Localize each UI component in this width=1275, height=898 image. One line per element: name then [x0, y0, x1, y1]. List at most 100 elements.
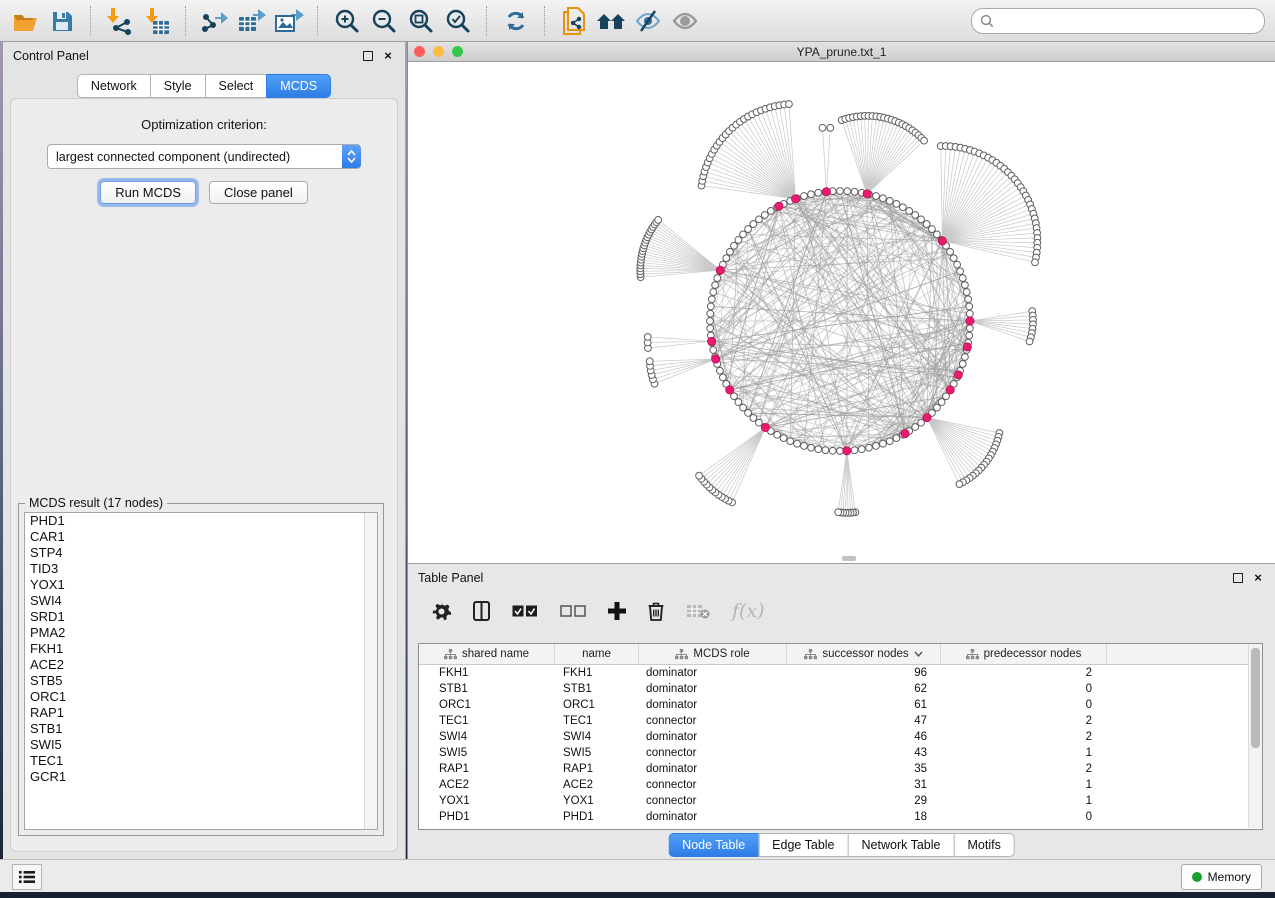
cell-mcds-role[interactable]: dominator	[637, 731, 784, 743]
task-history-button[interactable]	[12, 864, 42, 890]
cell-shared-name[interactable]: YOX1	[419, 795, 554, 807]
save-session-icon[interactable]	[47, 6, 77, 36]
mcds-result-item[interactable]: SRD1	[25, 609, 377, 625]
cell-mcds-role[interactable]: connector	[637, 747, 784, 759]
table-row[interactable]: YOX1YOX1connector291	[419, 793, 1249, 809]
mcds-hub-node[interactable]	[963, 343, 971, 351]
cell-name[interactable]: STB1	[554, 683, 637, 695]
cell-shared-name[interactable]: FKH1	[419, 667, 554, 679]
table-row[interactable]: PHD1PHD1dominator180	[419, 809, 1249, 825]
cell-shared-name[interactable]: PHD1	[419, 811, 554, 823]
mcds-hub-node[interactable]	[946, 386, 954, 394]
network-hscroll-thumb[interactable]	[842, 556, 856, 561]
cell-mcds-role[interactable]: dominator	[637, 699, 784, 711]
mcds-hub-node[interactable]	[712, 355, 720, 363]
apply-layout-icon[interactable]	[501, 6, 531, 36]
tab-mcds[interactable]: MCDS	[266, 74, 331, 98]
mcds-list-scrollbar[interactable]	[364, 513, 377, 829]
table-row[interactable]: TEC1TEC1connector472	[419, 713, 1249, 729]
table-row[interactable]: SWI5SWI5connector431	[419, 745, 1249, 761]
mcds-hub-node[interactable]	[716, 266, 724, 274]
search-input[interactable]	[999, 13, 1256, 29]
export-table-icon[interactable]	[237, 6, 267, 36]
cell-successor-nodes[interactable]: 29	[784, 795, 937, 807]
network-canvas[interactable]	[408, 62, 1275, 563]
hide-selected-icon[interactable]	[633, 6, 663, 36]
zoom-in-icon[interactable]	[332, 6, 362, 36]
cell-shared-name[interactable]: RAP1	[419, 763, 554, 775]
import-network-icon[interactable]	[105, 6, 135, 36]
cell-successor-nodes[interactable]: 43	[784, 747, 937, 759]
cell-shared-name[interactable]: SWI4	[419, 731, 554, 743]
cell-successor-nodes[interactable]: 46	[784, 731, 937, 743]
cell-successor-nodes[interactable]: 31	[784, 779, 937, 791]
cell-predecessor-nodes[interactable]: 2	[937, 731, 1102, 743]
cell-shared-name[interactable]: TEC1	[419, 715, 554, 727]
table-options-gear-icon[interactable]	[432, 602, 451, 621]
table-body[interactable]: FKH1FKH1dominator962STB1STB1dominator620…	[419, 665, 1249, 829]
network-window-titlebar[interactable]: YPA_prune.txt_1	[408, 42, 1275, 62]
mcds-result-item[interactable]: TID3	[25, 561, 377, 577]
cell-predecessor-nodes[interactable]: 2	[937, 715, 1102, 727]
cell-name[interactable]: ACE2	[554, 779, 637, 791]
cell-predecessor-nodes[interactable]: 0	[937, 683, 1102, 695]
mcds-result-item[interactable]: CAR1	[25, 529, 377, 545]
mcds-result-item[interactable]: STB5	[25, 673, 377, 689]
cell-predecessor-nodes[interactable]: 1	[937, 779, 1102, 791]
open-session-icon[interactable]	[10, 6, 40, 36]
cell-successor-nodes[interactable]: 18	[784, 811, 937, 823]
import-table-icon[interactable]	[142, 6, 172, 36]
mcds-result-item[interactable]: TEC1	[25, 753, 377, 769]
select-all-check-icon[interactable]	[512, 605, 538, 618]
zoom-out-icon[interactable]	[369, 6, 399, 36]
mcds-result-item[interactable]: STB1	[25, 721, 377, 737]
cell-mcds-role[interactable]: connector	[637, 715, 784, 727]
mcds-hub-node[interactable]	[822, 188, 830, 196]
cell-predecessor-nodes[interactable]: 2	[937, 763, 1102, 775]
tab-style[interactable]: Style	[150, 74, 205, 98]
mcds-result-item[interactable]: SWI4	[25, 593, 377, 609]
column-header-predecessor-nodes[interactable]: predecessor nodes	[941, 644, 1107, 664]
cell-name[interactable]: PHD1	[554, 811, 637, 823]
mcds-hub-node[interactable]	[761, 423, 769, 431]
mcds-result-item[interactable]: PHD1	[25, 513, 377, 529]
mcds-hub-node[interactable]	[775, 202, 783, 210]
cell-predecessor-nodes[interactable]: 1	[937, 747, 1102, 759]
table-row[interactable]: SWI4SWI4dominator462	[419, 729, 1249, 745]
mcds-result-item[interactable]: FKH1	[25, 641, 377, 657]
close-panel-icon[interactable]: ×	[381, 49, 395, 63]
delete-column-icon[interactable]	[648, 601, 664, 621]
tab-network-table[interactable]: Network Table	[848, 833, 954, 857]
cell-shared-name[interactable]: STB1	[419, 683, 554, 695]
tab-edge-table[interactable]: Edge Table	[758, 833, 847, 857]
mcds-hub-node[interactable]	[954, 371, 962, 379]
mcds-hub-node[interactable]	[791, 195, 799, 203]
mcds-result-item[interactable]: SWI5	[25, 737, 377, 753]
cell-name[interactable]: YOX1	[554, 795, 637, 807]
first-neighbors-icon[interactable]	[596, 6, 626, 36]
mcds-result-list[interactable]: PHD1CAR1STP4TID3YOX1SWI4SRD1PMA2FKH1ACE2…	[24, 512, 378, 830]
zoom-selected-icon[interactable]	[443, 6, 473, 36]
mcds-result-item[interactable]: RAP1	[25, 705, 377, 721]
mcds-result-item[interactable]: PMA2	[25, 625, 377, 641]
mcds-hub-node[interactable]	[966, 317, 974, 325]
cell-predecessor-nodes[interactable]: 1	[937, 795, 1102, 807]
cell-predecessor-nodes[interactable]: 2	[937, 667, 1102, 679]
cell-predecessor-nodes[interactable]: 0	[937, 699, 1102, 711]
mcds-result-item[interactable]: ACE2	[25, 657, 377, 673]
mcds-hub-node[interactable]	[708, 337, 716, 345]
mcds-result-item[interactable]: GCR1	[25, 769, 377, 785]
show-columns-icon[interactable]	[473, 601, 490, 621]
memory-button[interactable]: Memory	[1181, 864, 1262, 890]
float-panel-icon[interactable]	[361, 49, 375, 63]
cell-successor-nodes[interactable]: 62	[784, 683, 937, 695]
cell-mcds-role[interactable]: dominator	[637, 811, 784, 823]
column-header-successor-nodes[interactable]: successor nodes	[787, 644, 941, 664]
table-row[interactable]: STB1STB1dominator620	[419, 681, 1249, 697]
cell-name[interactable]: SWI4	[554, 731, 637, 743]
table-row[interactable]: ACE2ACE2connector311	[419, 777, 1249, 793]
cell-mcds-role[interactable]: connector	[637, 795, 784, 807]
table-row[interactable]: ORC1ORC1dominator610	[419, 697, 1249, 713]
new-network-from-selection-icon[interactable]	[559, 6, 589, 36]
unselect-all-icon[interactable]	[560, 605, 586, 618]
